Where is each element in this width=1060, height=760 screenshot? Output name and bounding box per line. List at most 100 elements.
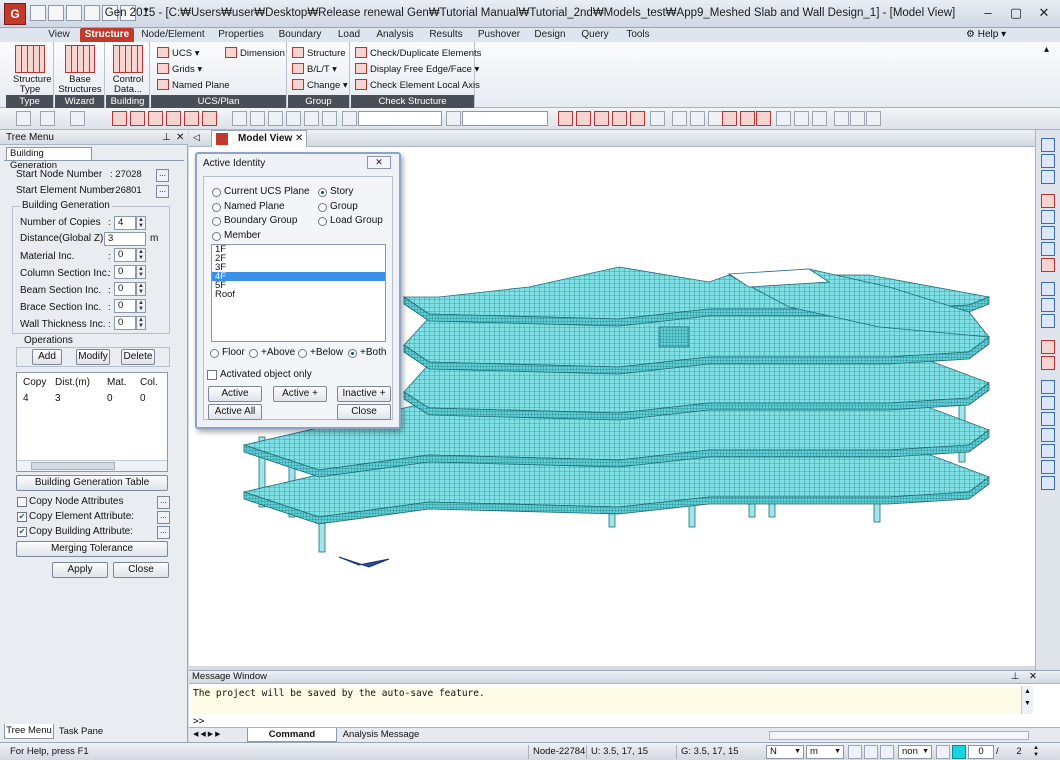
toolbar-icon-3[interactable] xyxy=(576,111,591,126)
start-node-button[interactable]: ... xyxy=(156,169,169,182)
tab-load[interactable]: Load xyxy=(332,28,366,42)
invert-active-icon[interactable] xyxy=(286,111,301,126)
material-input[interactable]: 0 xyxy=(114,248,136,262)
view-icon-3[interactable] xyxy=(1041,170,1055,184)
toolbar-icon-4[interactable] xyxy=(594,111,609,126)
pointer-icon[interactable] xyxy=(446,111,461,126)
start-element-button[interactable]: ... xyxy=(156,185,169,198)
radio-group[interactable] xyxy=(318,203,327,212)
radio-current-ucs[interactable] xyxy=(212,188,221,197)
control-data-button[interactable]: Control Data... xyxy=(106,42,150,95)
inactivate-icon[interactable] xyxy=(250,111,265,126)
radio-above[interactable] xyxy=(249,349,258,358)
color-swatch[interactable] xyxy=(952,745,966,759)
help-icon[interactable] xyxy=(936,745,950,759)
list-item[interactable]: 5F xyxy=(212,281,385,291)
cursor-icon[interactable] xyxy=(342,111,357,126)
tab-results[interactable]: Results xyxy=(424,28,468,42)
story-combo[interactable] xyxy=(358,111,442,126)
snap-icon-3[interactable] xyxy=(880,745,894,759)
snap-icon-1[interactable] xyxy=(848,745,862,759)
message-pin-icon[interactable]: ⊥ xyxy=(1011,671,1019,683)
minimize-icon[interactable]: – xyxy=(975,5,1001,23)
zoom-window-icon[interactable] xyxy=(690,111,705,126)
copies-input[interactable]: 4 xyxy=(114,216,136,230)
check-duplicate-button[interactable]: Check/Duplicate Elements xyxy=(355,46,481,61)
radio-both[interactable] xyxy=(348,349,357,358)
group-combo[interactable] xyxy=(462,111,548,126)
hidden-icon[interactable] xyxy=(708,111,723,126)
toolbar-icon-9[interactable] xyxy=(794,111,809,126)
force-unit-select[interactable]: N ▼ xyxy=(766,745,804,759)
close-panel-icon[interactable]: ✕ xyxy=(176,130,184,145)
list-item[interactable]: 1F xyxy=(212,245,385,255)
dialog-close-icon[interactable]: ✕ xyxy=(367,156,391,169)
tab-tools[interactable]: Tools xyxy=(620,28,656,42)
side-view-icon[interactable] xyxy=(1041,428,1055,442)
front-view-icon[interactable] xyxy=(1041,412,1055,426)
distance-input[interactable]: 3 xyxy=(104,232,146,246)
brace-input[interactable]: 0 xyxy=(114,299,136,313)
tab-tree-menu[interactable]: Tree Menu xyxy=(4,724,54,739)
activated-only-checkbox[interactable] xyxy=(207,370,217,380)
base-structures-button[interactable]: Base Structures xyxy=(55,42,105,95)
generation-table-button[interactable]: Building Generation Table xyxy=(16,475,168,491)
bottom-view-icon[interactable] xyxy=(1041,476,1055,490)
toolbar-icon-10[interactable] xyxy=(812,111,827,126)
view-icon-5[interactable] xyxy=(1041,356,1055,370)
command-prompt[interactable]: >> xyxy=(193,716,204,727)
list-item[interactable]: 2F xyxy=(212,254,385,264)
active-identity-icon[interactable] xyxy=(322,111,337,126)
merging-tolerance-button[interactable]: Merging Tolerance xyxy=(16,541,168,557)
undo-icon[interactable] xyxy=(16,111,31,126)
close-window-icon[interactable]: ✕ xyxy=(1031,5,1057,23)
copy-node-checkbox[interactable] xyxy=(17,497,27,507)
copy-building-checkbox[interactable]: ✔ xyxy=(17,527,27,537)
page-current-input[interactable]: 0 xyxy=(968,745,994,759)
select-window-icon[interactable] xyxy=(130,111,145,126)
shrink-icon[interactable] xyxy=(740,111,755,126)
beam-spinner[interactable]: ▲ ▼ xyxy=(136,282,146,296)
active-plus-button[interactable]: Active + xyxy=(273,386,327,402)
select-icon[interactable] xyxy=(112,111,127,126)
copy-node-button[interactable]: ... xyxy=(157,496,170,509)
message-tab-nav-icon[interactable]: ◀◀▶▶ xyxy=(193,730,223,738)
back-view-icon[interactable] xyxy=(1041,460,1055,474)
generation-table[interactable]: Copy Dist.(m) Mat. Col. 4 3 0 0 xyxy=(16,372,168,472)
tab-building-generation[interactable]: Building Generation xyxy=(6,147,92,171)
toolbar-icon-6[interactable] xyxy=(630,111,645,126)
column-input[interactable]: 0 xyxy=(114,265,136,279)
display-free-edge-button[interactable]: Display Free Edge/Face ▾ xyxy=(355,62,479,77)
select-plane-icon[interactable] xyxy=(184,111,199,126)
message-scrollbar[interactable]: ▲ ▼ xyxy=(1021,686,1033,714)
named-plane-button[interactable]: Named Plane xyxy=(157,78,230,93)
dimension-button[interactable]: Dimension xyxy=(225,46,285,61)
structure-type-button[interactable]: Structure Type xyxy=(6,42,54,95)
search-icon[interactable] xyxy=(1041,282,1055,296)
tab-node-element[interactable]: Node/Element xyxy=(138,28,208,42)
tab-design[interactable]: Design xyxy=(530,28,570,42)
close-tab-icon[interactable]: ✕ xyxy=(295,131,303,147)
toolbar-icon[interactable] xyxy=(70,111,85,126)
activate-icon[interactable] xyxy=(232,111,247,126)
snap-icon-2[interactable] xyxy=(864,745,878,759)
dialog-close-button[interactable]: Close xyxy=(337,404,391,420)
pan-icon[interactable] xyxy=(1041,298,1055,312)
radio-story[interactable] xyxy=(318,188,327,197)
active-previous-icon[interactable] xyxy=(304,111,319,126)
fit-icon[interactable] xyxy=(1041,258,1055,272)
zoom-window-icon-2[interactable] xyxy=(1041,242,1055,256)
copies-spinner[interactable]: ▲ ▼ xyxy=(136,216,146,230)
structure-group-button[interactable]: Structure xyxy=(292,46,346,61)
active-all-icon[interactable] xyxy=(268,111,283,126)
story-list[interactable]: 1F 2F 3F 4F 5F Roof xyxy=(211,244,386,342)
beam-input[interactable]: 0 xyxy=(114,282,136,296)
apply-button[interactable]: Apply xyxy=(52,562,108,578)
message-close-icon[interactable]: ✕ xyxy=(1029,671,1037,683)
close-button[interactable]: Close xyxy=(113,562,169,578)
pin-icon[interactable]: ⊥ xyxy=(162,130,171,145)
view-icon-2[interactable] xyxy=(1041,154,1055,168)
select-polygon-icon[interactable] xyxy=(148,111,163,126)
brace-spinner[interactable]: ▲ ▼ xyxy=(136,299,146,313)
zoom-in-icon[interactable] xyxy=(1041,226,1055,240)
